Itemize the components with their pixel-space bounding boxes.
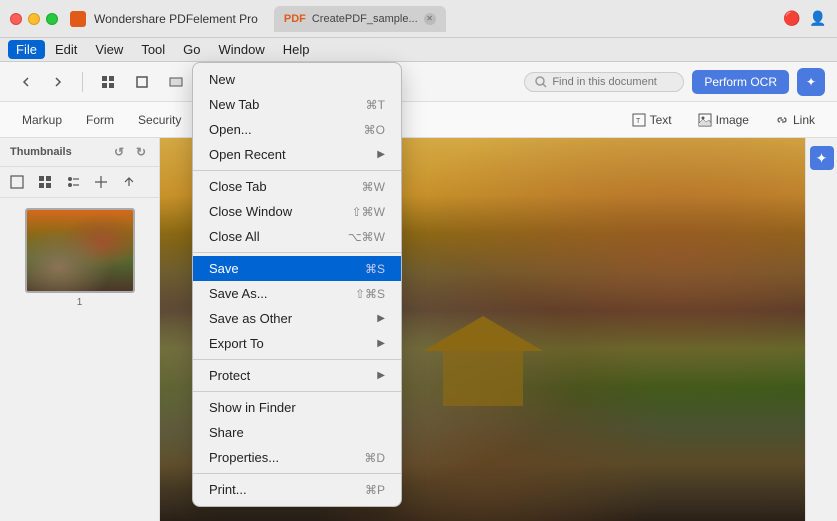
image-btn[interactable]: Image	[688, 109, 759, 131]
search-box[interactable]	[524, 72, 684, 92]
sidebar-tool-5[interactable]	[118, 171, 140, 193]
close-button[interactable]	[10, 13, 22, 25]
menu-go[interactable]: Go	[175, 40, 208, 59]
menu-save-as-other[interactable]: Save as Other ▶	[193, 306, 401, 331]
titlebar-right: 🔴 👤	[783, 10, 827, 28]
menu-print[interactable]: Print... ⌘P	[193, 477, 401, 502]
pdf-icon: PDF	[284, 13, 306, 25]
view-btn-3[interactable]	[161, 71, 191, 93]
right-sidebar: ✦	[805, 138, 837, 521]
page-number: 1	[77, 297, 83, 308]
view-tools	[93, 71, 191, 93]
page-thumbnail[interactable]	[25, 208, 135, 293]
thumbnail-image	[27, 210, 133, 291]
user-icon[interactable]: 👤	[809, 10, 827, 28]
gazebo-body	[443, 346, 523, 406]
traffic-lights	[10, 13, 58, 25]
menu-edit[interactable]: Edit	[47, 40, 85, 59]
tab-close-button[interactable]: ✕	[424, 13, 436, 25]
text-icon: T	[632, 113, 646, 127]
menu-protect[interactable]: Protect ▶	[193, 363, 401, 388]
link-icon	[775, 113, 789, 127]
menu-sep-1	[193, 170, 401, 171]
app-title: Wondershare PDFelement Pro	[94, 12, 258, 26]
share-icon[interactable]: 🔴	[783, 10, 801, 28]
search-icon	[535, 76, 547, 88]
right-panel-btn[interactable]: ✦	[810, 146, 834, 170]
menu-sep-5	[193, 473, 401, 474]
toolbar-right: Perform OCR ✦	[524, 68, 825, 96]
svg-text:T: T	[636, 118, 641, 125]
text-link-btn[interactable]: T Text	[622, 109, 682, 131]
menu-close-all[interactable]: Close All ⌥⌘W	[193, 224, 401, 249]
sidebar-tools	[0, 167, 159, 198]
security-btn[interactable]: Security	[128, 109, 191, 131]
tab-bar: PDF CreatePDF_sample... ✕	[274, 6, 446, 32]
form-btn[interactable]: Form	[76, 109, 124, 131]
app-icon	[70, 11, 86, 27]
toolbar-sep-1	[82, 72, 83, 92]
ai-btn[interactable]: ✦	[797, 68, 825, 96]
tab-item[interactable]: PDF CreatePDF_sample... ✕	[274, 6, 446, 32]
sidebar-tool-1[interactable]	[6, 171, 28, 193]
menu-properties[interactable]: Properties... ⌘D	[193, 445, 401, 470]
sidebar-next-btn[interactable]: ↻	[133, 144, 149, 160]
menu-close-tab[interactable]: Close Tab ⌘W	[193, 174, 401, 199]
menu-tool[interactable]: Tool	[133, 40, 173, 59]
menu-window[interactable]: Window	[211, 40, 273, 59]
menu-new-tab[interactable]: New Tab ⌘T	[193, 92, 401, 117]
menu-help[interactable]: Help	[275, 40, 318, 59]
menu-sep-4	[193, 391, 401, 392]
menu-share[interactable]: Share	[193, 420, 401, 445]
sidebar-header: Thumbnails ↺ ↻	[0, 138, 159, 167]
menu-open[interactable]: Open... ⌘O	[193, 117, 401, 142]
titlebar: Wondershare PDFelement Pro PDF CreatePDF…	[0, 0, 837, 38]
tab-label: CreatePDF_sample...	[312, 13, 418, 25]
image-icon	[698, 113, 712, 127]
gazebo-illustration	[423, 316, 543, 406]
menu-save[interactable]: Save ⌘S	[193, 256, 401, 281]
forward-button[interactable]	[44, 72, 72, 92]
nav-tools	[12, 72, 72, 92]
ocr-button[interactable]: Perform OCR	[692, 70, 789, 94]
menubar: File Edit View Tool Go Window Help	[0, 38, 837, 62]
thumbnails-label: Thumbnails	[10, 146, 72, 158]
main-area: Thumbnails ↺ ↻	[0, 138, 837, 521]
search-input[interactable]	[552, 76, 672, 88]
back-button[interactable]	[12, 72, 40, 92]
menu-show-in-finder[interactable]: Show in Finder	[193, 395, 401, 420]
menu-open-recent[interactable]: Open Recent ▶	[193, 142, 401, 167]
toolbar2-right: T Text Image Link	[622, 109, 825, 131]
menu-save-as[interactable]: Save As... ⇧⌘S	[193, 281, 401, 306]
menu-export-to[interactable]: Export To ▶	[193, 331, 401, 356]
menu-close-window[interactable]: Close Window ⇧⌘W	[193, 199, 401, 224]
menu-view[interactable]: View	[87, 40, 131, 59]
thumbnail-area: 1	[0, 198, 159, 521]
view-btn-2[interactable]	[127, 71, 157, 93]
file-dropdown-menu: New New Tab ⌘T Open... ⌘O Open Recent ▶ …	[192, 62, 402, 507]
sidebar-tool-2[interactable]	[34, 171, 56, 193]
sidebar-prev-btn[interactable]: ↺	[111, 144, 127, 160]
view-btn-1[interactable]	[93, 71, 123, 93]
menu-sep-2	[193, 252, 401, 253]
sidebar: Thumbnails ↺ ↻	[0, 138, 160, 521]
minimize-button[interactable]	[28, 13, 40, 25]
link-btn[interactable]: Link	[765, 109, 825, 131]
menu-sep-3	[193, 359, 401, 360]
markup-btn[interactable]: Markup	[12, 109, 72, 131]
sidebar-tool-4[interactable]	[90, 171, 112, 193]
menu-file[interactable]: File	[8, 40, 45, 59]
sidebar-tool-3[interactable]	[62, 171, 84, 193]
toolbar-main: 67% ▾ Perform OCR ✦	[0, 62, 837, 102]
sidebar-header-icons: ↺ ↻	[111, 144, 149, 160]
maximize-button[interactable]	[46, 13, 58, 25]
menu-new[interactable]: New	[193, 67, 401, 92]
toolbar-secondary: Markup Form Security Tool Batch ▾ T Text…	[0, 102, 837, 138]
